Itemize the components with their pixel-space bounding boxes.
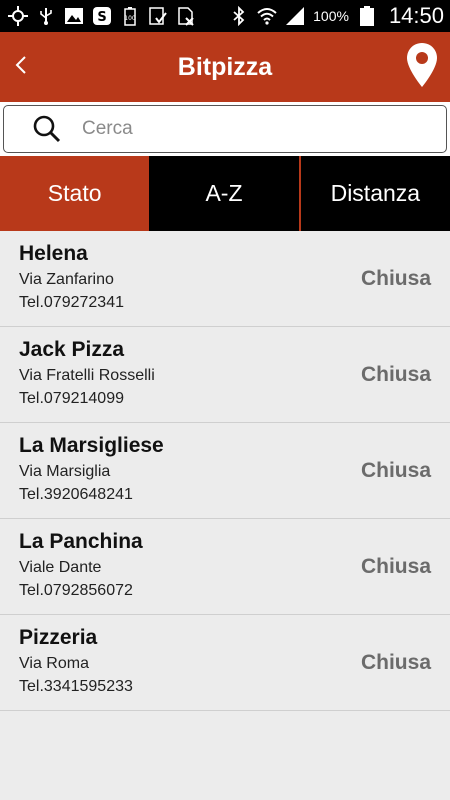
wifi-icon <box>257 6 277 26</box>
pizzeria-phone: Tel.0792856072 <box>19 582 133 599</box>
pizzeria-name: Jack Pizza <box>19 338 125 361</box>
map-pin-icon <box>405 41 439 94</box>
pizzeria-address: Via Zanfarino <box>19 271 114 288</box>
tab-a-z[interactable]: A-Z <box>149 156 298 231</box>
battery-icon <box>357 6 377 26</box>
list-item[interactable]: La Marsigliese Via Marsiglia Tel.3920648… <box>0 423 450 519</box>
status-badge: Chiusa <box>360 459 431 482</box>
signal-icon <box>285 6 305 26</box>
status-badge: Chiusa <box>360 363 431 386</box>
usb-icon <box>36 6 56 26</box>
pizzeria-phone: Tel.079214099 <box>19 390 124 407</box>
image-icon <box>64 6 84 26</box>
sim-icon <box>176 6 196 26</box>
pizzeria-list: Helena Via Zanfarino Tel.079272341 Chius… <box>0 231 450 711</box>
chevron-left-icon <box>14 54 28 81</box>
search-box[interactable] <box>3 105 447 153</box>
svg-text:100: 100 <box>124 15 136 22</box>
search-icon <box>30 112 64 146</box>
status-bar: S 100 100% 14:50 <box>0 0 450 32</box>
bluetooth-icon <box>229 6 249 26</box>
page-title: Bitpizza <box>177 52 273 81</box>
status-bar-notifications: S 100 <box>8 6 196 26</box>
pizzeria-address: Via Roma <box>19 655 89 672</box>
pizzeria-address: Via Marsiglia <box>19 463 111 480</box>
app-bar: Bitpizza <box>0 32 450 102</box>
pizzeria-address: Viale Dante <box>19 559 102 576</box>
shazam-icon: S <box>92 6 112 26</box>
back-button[interactable] <box>6 50 36 84</box>
pizzeria-address: Via Fratelli Rosselli <box>19 367 155 384</box>
battery-percentage: 100% <box>313 8 349 24</box>
status-badge: Chiusa <box>360 267 431 290</box>
status-badge: Chiusa <box>360 651 431 674</box>
checkbox-icon <box>148 6 168 26</box>
status-badge: Chiusa <box>360 555 431 578</box>
tab-stato[interactable]: Stato <box>0 156 150 231</box>
gps-icon <box>8 6 28 26</box>
pizzeria-name: Helena <box>19 242 88 265</box>
pizzeria-name: La Marsigliese <box>19 434 164 457</box>
svg-text:S: S <box>97 10 106 25</box>
list-item[interactable]: Pizzeria Via Roma Tel.3341595233 Chiusa <box>0 615 450 711</box>
list-item[interactable]: Helena Via Zanfarino Tel.079272341 Chius… <box>0 231 450 327</box>
battery-100-icon: 100 <box>120 6 140 26</box>
search-input[interactable] <box>80 117 404 141</box>
search-bar <box>0 102 450 156</box>
pizzeria-name: Pizzeria <box>19 626 98 649</box>
pizzeria-phone: Tel.079272341 <box>19 294 124 311</box>
pizzeria-phone: Tel.3920648241 <box>19 486 133 503</box>
map-button[interactable] <box>404 42 440 92</box>
pizzeria-phone: Tel.3341595233 <box>19 678 133 695</box>
clock: 14:50 <box>388 3 444 28</box>
pizzeria-name: La Panchina <box>19 530 143 553</box>
sort-tabs: Stato A-Z Distanza <box>0 156 450 231</box>
status-bar-system: 100% 14:50 <box>229 3 444 29</box>
list-item[interactable]: Jack Pizza Via Fratelli Rosselli Tel.079… <box>0 327 450 423</box>
list-item[interactable]: La Panchina Viale Dante Tel.0792856072 C… <box>0 519 450 615</box>
tab-distanza[interactable]: Distanza <box>298 156 450 231</box>
